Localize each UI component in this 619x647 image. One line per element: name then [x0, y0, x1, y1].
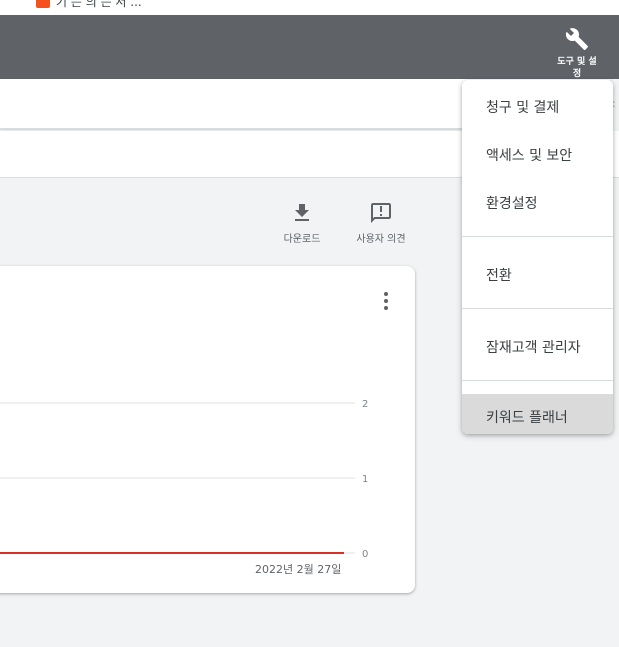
menu-item-label: 청구 및 결제 — [486, 100, 560, 116]
menu-divider — [462, 308, 613, 309]
menu-item-label: 잠재고객 관리자 — [486, 340, 581, 356]
bookmark-favicon-icon[interactable] — [36, 0, 50, 8]
menu-item-label: 환경설정 — [486, 196, 538, 212]
wrench-icon — [565, 28, 588, 50]
menu-item[interactable]: 청구 및 결제 — [462, 88, 613, 128]
line-chart: 2 1 0 — [0, 399, 368, 560]
download-label: 다운로드 — [283, 234, 321, 245]
menu-divider — [462, 380, 613, 381]
top-header: 도구 및 설 정 — [0, 15, 619, 79]
menu-divider — [462, 236, 613, 237]
browser-bookmark-bar: 기 는 의 는 서 ... — [0, 0, 619, 15]
more-options-icon[interactable] — [383, 292, 389, 314]
chart-x-axis-end-label: 2022년 2월 27일 — [255, 563, 342, 576]
y-tick-label: 1 — [362, 474, 368, 485]
bookmark-label[interactable]: 기 는 의 는 서 ... — [56, 0, 142, 10]
feedback-label: 사용자 의견 — [356, 234, 406, 245]
feedback-button[interactable]: 사용자 의견 — [346, 201, 416, 245]
menu-item[interactable]: 액세스 및 보안 — [462, 136, 613, 176]
download-icon — [295, 204, 309, 221]
menu-item[interactable]: 키워드 플래너 — [462, 394, 613, 434]
y-tick-label: 2 — [362, 399, 368, 410]
download-button[interactable]: 다운로드 — [267, 201, 337, 245]
menu-item-label: 전환 — [486, 268, 512, 284]
menu-item[interactable]: 환경설정 — [462, 184, 613, 224]
menu-item-label: 키워드 플래너 — [486, 410, 568, 426]
menu-item[interactable]: 잠재고객 관리자 — [462, 328, 613, 368]
menu-item-label: 액세스 및 보안 — [486, 148, 573, 164]
feedback-icon — [371, 203, 391, 223]
y-tick-label: 0 — [362, 549, 368, 560]
menu-item[interactable]: 전환 — [462, 256, 613, 296]
tools-dropdown-menu: 청구 및 결제액세스 및 보안환경설정전환잠재고객 관리자키워드 플래너 — [462, 80, 613, 434]
tools-and-settings-button[interactable]: 도구 및 설 정 — [540, 15, 619, 79]
